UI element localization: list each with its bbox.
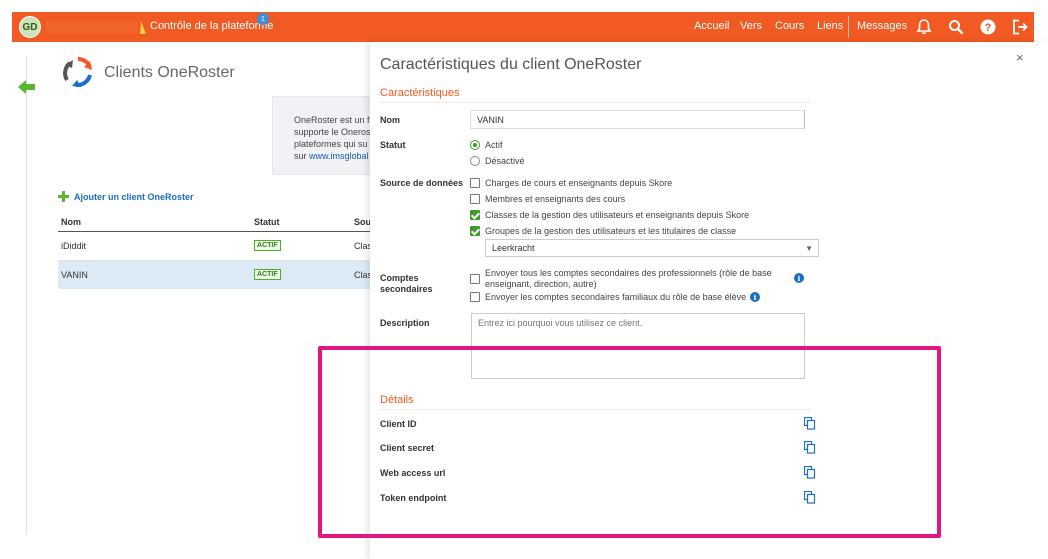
secondary-family-checkbox[interactable] [470,292,480,302]
info-text: OneRoster est un f supporte le Oneros pl… [294,115,371,161]
secondary-accounts-label: Comptes secondaires [380,273,433,294]
page-title: Clients OneRoster [104,64,235,81]
help-icon[interactable]: ? [979,18,997,36]
info-box: OneRoster est un f supporte le Oneros pl… [272,96,380,175]
notification-badge: 1 [257,13,269,25]
copy-icon[interactable] [804,491,816,504]
section-divider [380,409,810,410]
section-details: Détails [380,394,414,406]
column-header-name[interactable]: Nom [61,217,81,227]
status-badge: ACTIF [254,269,281,280]
client-secret-label: Client secret [380,443,435,453]
nav-links[interactable]: Liens [817,20,843,32]
back-arrow-icon[interactable] [18,80,36,94]
platform-control-link[interactable]: Contrôle de la plateforme [150,20,274,32]
table-row[interactable]: iDiddit ACTIF Clas [58,232,372,260]
row-name: iDiddit [61,241,87,251]
secondary-family-option[interactable]: Envoyer les comptes secondaires familiau… [485,292,746,303]
nav-separator [848,16,849,38]
nav-messages[interactable]: Messages [857,20,907,32]
add-client-link[interactable]: Ajouter un client OneRoster [74,192,194,202]
section-divider [380,102,810,103]
oneroster-logo-icon [63,57,92,88]
source-option-1[interactable]: Charges de cours et enseignants depuis S… [485,178,672,189]
source-option-3[interactable]: Classes de la gestion des utilisateurs e… [485,210,749,221]
data-source-label: Source de données [380,178,464,188]
avatar[interactable]: GD [19,16,41,38]
source-checkbox-1[interactable] [470,178,480,188]
status-label: Statut [380,140,406,150]
table-row-selected[interactable]: VANIN ACTIF Clas [58,261,372,289]
token-endpoint-label: Token endpoint [380,493,447,503]
bell-icon[interactable] [915,18,933,36]
source-checkbox-4[interactable] [470,226,480,236]
column-header-source[interactable]: Sou [354,217,371,227]
source-option-2[interactable]: Membres et enseignants des cours [485,194,625,205]
column-header-status[interactable]: Statut [254,217,280,227]
copy-icon[interactable] [804,466,816,479]
source-option-4[interactable]: Groupes de la gestion des utilisateurs e… [485,226,736,237]
role-select-value: Leerkracht [492,243,535,253]
source-checkbox-3[interactable] [470,210,480,220]
description-input[interactable] [471,313,805,379]
pin-icon [140,21,146,34]
logout-icon[interactable] [1011,18,1029,36]
top-bar: GD Contrôle de la plateforme 1 Accueil V… [12,12,1034,42]
client-id-label: Client ID [380,419,417,429]
section-characteristics: Caractéristiques [380,87,460,99]
info-icon[interactable]: i [750,292,760,302]
name-input[interactable] [470,110,805,129]
secondary-pro-option[interactable]: Envoyer tous les comptes secondaires des… [485,268,772,290]
imsglobal-link[interactable]: www.imsglobal [309,151,369,161]
source-checkbox-2[interactable] [470,194,480,204]
account-name-redacted [46,21,138,33]
web-access-url-label: Web access url [380,468,446,478]
status-badge: ACTIF [254,240,281,251]
status-inactive-radio[interactable] [470,156,480,166]
svg-text:?: ? [985,22,992,34]
status-active-label[interactable]: Actif [485,140,503,151]
row-name: VANIN [61,270,88,280]
chevron-down-icon: ▼ [805,244,813,253]
nav-courses[interactable]: Cours [775,20,804,32]
role-select[interactable]: Leerkracht ▼ [485,239,819,257]
nav-to[interactable]: Vers [740,20,762,32]
search-icon[interactable] [947,18,965,36]
left-rail-line [26,56,27,534]
copy-icon[interactable] [804,417,816,430]
plus-icon[interactable] [58,191,69,202]
panel-title: Caractéristiques du client OneRoster [380,56,642,73]
description-label: Description [380,318,430,328]
status-active-radio[interactable] [470,140,480,150]
secondary-pro-checkbox[interactable] [470,274,480,284]
name-label: Nom [380,115,400,125]
nav-home[interactable]: Accueil [694,20,729,32]
status-inactive-label[interactable]: Désactivé [485,156,525,167]
close-icon[interactable]: × [1016,50,1024,65]
info-icon[interactable]: i [794,273,804,283]
copy-icon[interactable] [804,441,816,454]
